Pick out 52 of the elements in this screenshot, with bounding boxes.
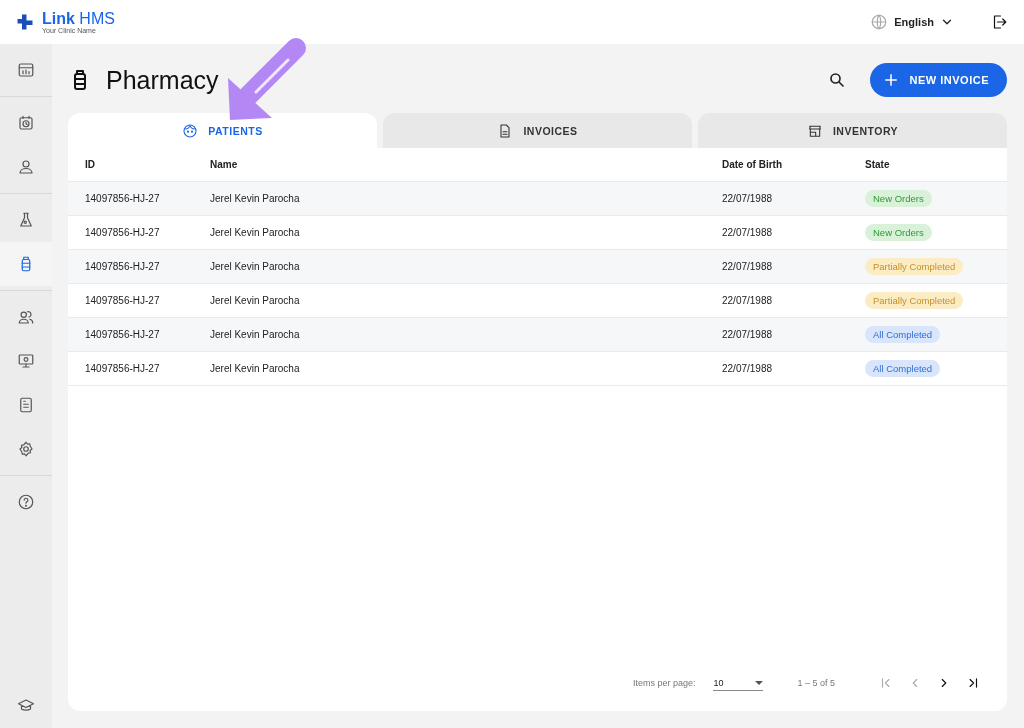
status-badge: New Orders [865,224,932,241]
people-icon [17,308,35,326]
page-range: 1 – 5 of 5 [797,678,835,688]
table-cell-text: 22/07/1988 [722,261,774,272]
table-cell-text: 14097856-HJ-27 [85,227,161,238]
globe-icon [870,13,889,31]
column-header: Name [210,159,239,170]
table-cell-text: Jerel Kevin Parocha [210,295,301,306]
table-cell-text: Jerel Kevin Parocha [210,363,301,374]
tab[interactable]: INVENTORY [698,113,1007,148]
tab[interactable]: PATIENTS [68,113,377,148]
search-icon[interactable] [827,71,846,89]
page-size-select[interactable]: 10 [713,675,764,691]
tab[interactable]: INVOICES [383,113,692,148]
chart-icon [17,61,35,79]
items-per-page-label: Items per page: [632,678,696,688]
column-header: ID [85,159,96,170]
column-header: Date of Birth [722,159,783,170]
status-badge: All Completed [865,326,941,343]
status-badge: New Orders [865,190,932,207]
logo-icon [16,13,34,31]
settings-icon [17,440,35,458]
calendar-icon [17,114,35,132]
table-cell-text: 14097856-HJ-27 [85,363,161,374]
table-cell-text: 14097856-HJ-27 [85,329,161,340]
sidebar-item[interactable] [0,242,52,286]
table-cell-text: Jerel Kevin Parocha [210,193,301,204]
table-cell-text: 22/07/1988 [722,193,774,204]
table-cell-text: Jerel Kevin Parocha [210,227,301,238]
flask-icon [17,211,35,229]
status-badge: All Completed [865,360,941,377]
table-cell-text: 22/07/1988 [722,363,774,374]
table-cell-text: 22/07/1988 [722,227,774,238]
status-badge: Partially Completed [865,258,964,275]
table-cell-text: 14097856-HJ-27 [85,295,161,306]
table-cell-text: Jerel Kevin Parocha [210,261,301,272]
table-cell-text: 14097856-HJ-27 [85,193,161,204]
monitor-icon [17,352,35,370]
language-selector[interactable]: English [870,13,954,31]
face-icon [182,122,199,139]
column-header: State [865,159,891,170]
brand-name: Link HMS [42,10,115,27]
person-icon [17,158,35,176]
help-icon [17,493,35,511]
page-title: Pharmacy [106,65,219,95]
table-cell-text: 14097856-HJ-27 [85,261,161,272]
document-icon [17,396,35,414]
status-badge: Partially Completed [865,292,964,309]
table-cell-text: 22/07/1988 [722,295,774,306]
table-cell-text: Jerel Kevin Parocha [210,329,301,340]
new-invoice-button[interactable]: NEW INVOICE [869,63,1007,97]
table-cell-text: 22/07/1988 [722,329,774,340]
